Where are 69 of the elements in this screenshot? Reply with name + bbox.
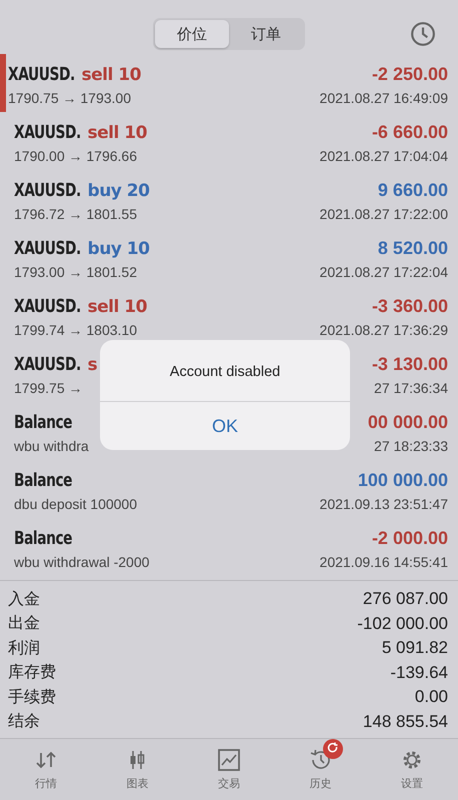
deal-prices: 1799.75 → — [14, 380, 82, 396]
summary-value: -102 000.00 — [357, 614, 448, 634]
deal-action: sell 10 — [88, 123, 147, 143]
deal-prices: 1799.74 → 1803.10 — [14, 322, 137, 338]
deal-row[interactable]: XAUUSD. sell 10 -2 250.00 1790.75 → 1793.00 2021.08.27 16:49:09 — [0, 54, 458, 112]
deal-row[interactable]: XAUUSD. buy 20 9 660.00 1796.72 → 1801.55 2021.08.27 17:22:00 — [0, 170, 458, 228]
tab-bar-item[interactable]: 设置 — [366, 739, 458, 800]
deal-time: 2021.08.27 17:04:04 — [320, 148, 448, 164]
deal-symbol: XAUUSD. — [14, 122, 81, 143]
summary-value: 0.00 — [414, 687, 448, 708]
deal-profit: 8 520.00 — [378, 238, 448, 259]
deal-prices: 1793.00 → 1801.52 — [14, 264, 137, 280]
deal-time: 27 17:36:34 — [374, 380, 448, 396]
deal-profit: 9 660.00 — [378, 180, 448, 201]
deal-row[interactable]: XAUUSD. buy 10 8 520.00 1793.00 → 1801.52 2021.08.27 17:22:04 — [0, 228, 458, 286]
deal-symbol: XAUUSD. — [14, 180, 81, 201]
deal-profit: -3 360.00 — [372, 296, 448, 317]
deal-row[interactable]: XAUUSD. sell 10 -6 660.00 1790.00 → 1796.66 2021.08.27 17:04:04 — [0, 112, 458, 170]
summary-label: 出金 — [8, 614, 40, 634]
deal-prices: 1790.75 → 1793.00 — [8, 90, 131, 106]
deal-time: 2021.09.13 23:51:47 — [320, 496, 448, 512]
history-icon — [308, 748, 333, 772]
deal-profit: 100 000.00 — [358, 470, 448, 491]
deal-symbol: Balance — [14, 528, 72, 549]
summary-value: -139.64 — [390, 662, 448, 683]
deal-action: sell 10 — [88, 297, 147, 317]
tab-bar-item[interactable]: 历史 — [274, 739, 366, 800]
deal-symbol: Balance — [14, 470, 72, 491]
deal-row[interactable]: Balance 100 000.00 dbu deposit 100000 2021.09.13 23:51:47 — [0, 460, 458, 518]
deal-prices: dbu deposit 100000 — [14, 496, 137, 512]
summary-label: 手续费 — [8, 688, 56, 708]
deal-time: 2021.08.27 17:36:29 — [320, 322, 448, 338]
deal-time: 27 18:23:33 — [374, 438, 448, 454]
deal-profit: -2 000.00 — [372, 528, 448, 549]
alert-message: Account disabled — [100, 340, 350, 402]
deal-prices: wbu withdrawal -2000 — [14, 554, 150, 570]
deal-symbol: XAUUSD. — [8, 64, 75, 85]
deal-action: buy 20 — [88, 181, 150, 201]
tab-bar-item[interactable]: 交易 — [183, 739, 275, 800]
summary-label: 结余 — [8, 712, 40, 732]
deal-prices: 1796.72 → 1801.55 — [14, 206, 137, 222]
deal-prices: wbu withdra — [14, 438, 89, 454]
summary-value: 148 855.54 — [362, 712, 448, 732]
ok-button[interactable]: OK — [100, 402, 350, 450]
deal-action: buy 10 — [88, 239, 150, 259]
deal-prices: 1790.00 → 1796.66 — [14, 148, 137, 164]
deal-time: 2021.08.27 17:22:00 — [320, 206, 448, 222]
deal-action: sell 10 — [82, 65, 141, 85]
segment-tab[interactable]: 订单 — [229, 20, 303, 48]
deal-profit: -2 250.00 — [372, 64, 448, 85]
line-chart-icon — [216, 748, 241, 772]
summary-value: 5 091.82 — [382, 638, 448, 658]
deal-row[interactable]: Balance -2 000.00 wbu withdrawal -2000 2021.09.16 14:55:41 — [0, 518, 458, 576]
deal-action: s — [88, 355, 98, 375]
tab-bar-item[interactable]: 行情 — [0, 739, 92, 800]
summary-label: 库存费 — [8, 662, 56, 684]
deal-profit: -6 660.00 — [372, 122, 448, 143]
deal-time: 2021.09.16 14:55:41 — [320, 554, 448, 570]
deal-symbol: XAUUSD. — [14, 354, 81, 375]
summary-value: 276 087.00 — [362, 589, 448, 610]
deal-symbol: XAUUSD. — [14, 238, 81, 259]
summary-label: 入金 — [8, 590, 40, 610]
segment-tab[interactable]: 价位 — [155, 20, 229, 48]
deal-symbol: XAUUSD. — [14, 296, 81, 317]
deal-time: 2021.08.27 16:49:09 — [320, 90, 448, 106]
deal-time: 2021.08.27 17:22:04 — [320, 264, 448, 280]
clock-icon[interactable] — [410, 21, 436, 47]
summary-label: 利润 — [8, 638, 40, 659]
tab-bar-item[interactable]: 图表 — [92, 739, 184, 800]
